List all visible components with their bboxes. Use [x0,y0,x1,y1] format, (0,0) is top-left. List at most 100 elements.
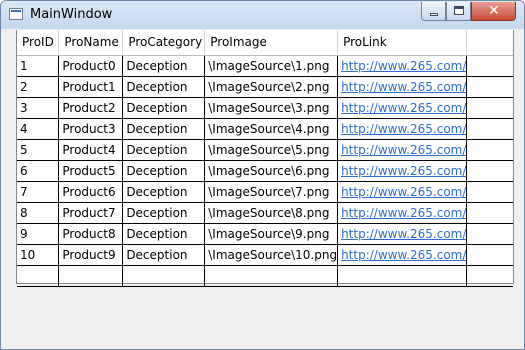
product-link[interactable]: http://www.265.com/ [341,122,466,136]
new-cell-proid[interactable] [17,265,60,287]
cell-procategory[interactable]: Deception [122,244,206,266]
cell-proname[interactable]: Product6 [58,181,124,203]
cell-proname[interactable]: Product7 [58,202,124,224]
cell-procategory[interactable]: Deception [122,181,206,203]
cell-proimage[interactable]: \ImageSource\3.png [204,97,339,119]
app-window-icon[interactable] [9,8,23,20]
cell-proname[interactable]: Product1 [58,76,124,98]
product-link[interactable]: http://www.265.com/ [341,80,466,94]
cell-prolink[interactable]: http://www.265.com/ [337,118,468,140]
cell-procategory[interactable]: Deception [122,97,206,119]
cell-procategory[interactable]: Deception [122,55,206,77]
cell-prolink[interactable]: http://www.265.com/ [337,160,468,182]
column-header-proid[interactable]: ProID [17,30,60,56]
product-link[interactable]: http://www.265.com/ [341,164,466,178]
column-header-prolink[interactable]: ProLink [337,30,468,56]
content-area: ProID ProName ProCategory ProImage ProLi… [9,30,517,343]
cell-prolink[interactable]: http://www.265.com/ [337,223,468,245]
cell-filler [466,97,513,119]
close-button[interactable]: ✕ [471,2,516,21]
new-cell-proimage[interactable] [204,265,339,287]
cell-procategory[interactable]: Deception [122,202,206,224]
cell-proid[interactable]: 10 [17,244,60,266]
product-link[interactable]: http://www.265.com/ [341,206,466,220]
cell-proname[interactable]: Product4 [58,139,124,161]
new-cell-proname[interactable] [58,265,124,287]
cell-filler [466,76,513,98]
product-link[interactable]: http://www.265.com/ [341,101,466,115]
new-cell-prolink[interactable] [337,265,468,287]
cell-procategory[interactable]: Deception [122,118,206,140]
cell-prolink[interactable]: http://www.265.com/ [337,244,468,266]
cell-proname[interactable]: Product5 [58,160,124,182]
cell-proid[interactable]: 6 [17,160,60,182]
column-header-proimage[interactable]: ProImage [204,30,339,56]
cell-proname[interactable]: Product8 [58,223,124,245]
cell-proid[interactable]: 4 [17,118,60,140]
maximize-icon [454,6,464,15]
table-row[interactable]: 8 Product7 Deception \ImageSource\8.png http… [17,202,513,224]
close-icon: ✕ [488,3,500,19]
table-row[interactable]: 3 Product2 Deception \ImageSource\3.png http… [17,97,513,119]
table-row[interactable]: 7 Product6 Deception \ImageSource\7.png http… [17,181,513,203]
product-table: ProID ProName ProCategory ProImage ProLi… [17,30,513,287]
cell-prolink[interactable]: http://www.265.com/ [337,97,468,119]
product-link[interactable]: http://www.265.com/ [341,59,466,73]
product-link[interactable]: http://www.265.com/ [341,248,466,262]
table-row[interactable]: 4 Product3 Deception \ImageSource\4.png http… [17,118,513,140]
cell-prolink[interactable]: http://www.265.com/ [337,139,468,161]
cell-proimage[interactable]: \ImageSource\4.png [204,118,339,140]
table-row[interactable]: 1 Product0 Deception \ImageSource\1.png http… [17,55,513,77]
table-row[interactable]: 2 Product1 Deception \ImageSource\2.png http… [17,76,513,98]
maximize-button[interactable] [446,2,471,21]
new-cell-procategory[interactable] [122,265,206,287]
new-item-row[interactable] [17,265,513,287]
cell-filler [466,244,513,266]
cell-prolink[interactable]: http://www.265.com/ [337,76,468,98]
product-link[interactable]: http://www.265.com/ [341,143,466,157]
cell-proname[interactable]: Product3 [58,118,124,140]
cell-proimage[interactable]: \ImageSource\7.png [204,181,339,203]
minimize-button[interactable] [421,2,446,21]
cell-filler [466,265,513,287]
title-bar[interactable]: MainWindow ✕ [1,1,524,29]
cell-procategory[interactable]: Deception [122,76,206,98]
cell-proimage[interactable]: \ImageSource\6.png [204,160,339,182]
table-row[interactable]: 5 Product4 Deception \ImageSource\5.png http… [17,139,513,161]
cell-proid[interactable]: 2 [17,76,60,98]
table-row[interactable]: 6 Product5 Deception \ImageSource\6.png http… [17,160,513,182]
cell-proid[interactable]: 5 [17,139,60,161]
cell-proimage[interactable]: \ImageSource\9.png [204,223,339,245]
cell-proimage[interactable]: \ImageSource\10.png [204,244,339,266]
cell-proname[interactable]: Product0 [58,55,124,77]
table-row[interactable]: 10 Product9 Deception \ImageSource\10.png ht… [17,244,513,266]
cell-proname[interactable]: Product9 [58,244,124,266]
cell-procategory[interactable]: Deception [122,139,206,161]
table-row[interactable]: 9 Product8 Deception \ImageSource\9.png http… [17,223,513,245]
cell-proid[interactable]: 1 [17,55,60,77]
product-data-grid[interactable]: ProID ProName ProCategory ProImage ProLi… [16,30,514,287]
cell-proid[interactable]: 9 [17,223,60,245]
cell-filler [466,55,513,77]
product-link[interactable]: http://www.265.com/ [341,185,466,199]
cell-proname[interactable]: Product2 [58,97,124,119]
cell-proimage[interactable]: \ImageSource\8.png [204,202,339,224]
cell-proimage[interactable]: \ImageSource\1.png [204,55,339,77]
cell-filler [466,202,513,224]
cell-procategory[interactable]: Deception [122,160,206,182]
cell-prolink[interactable]: http://www.265.com/ [337,55,468,77]
product-link[interactable]: http://www.265.com/ [341,227,466,241]
cell-proimage[interactable]: \ImageSource\2.png [204,76,339,98]
cell-proimage[interactable]: \ImageSource\5.png [204,139,339,161]
cell-procategory[interactable]: Deception [122,223,206,245]
minimize-icon [430,13,438,16]
cell-prolink[interactable]: http://www.265.com/ [337,202,468,224]
window-title: MainWindow [30,7,113,22]
cell-filler [466,160,513,182]
cell-proid[interactable]: 7 [17,181,60,203]
column-header-proname[interactable]: ProName [58,30,124,56]
column-header-procategory[interactable]: ProCategory [122,30,206,56]
cell-prolink[interactable]: http://www.265.com/ [337,181,468,203]
cell-proid[interactable]: 8 [17,202,60,224]
cell-proid[interactable]: 3 [17,97,60,119]
